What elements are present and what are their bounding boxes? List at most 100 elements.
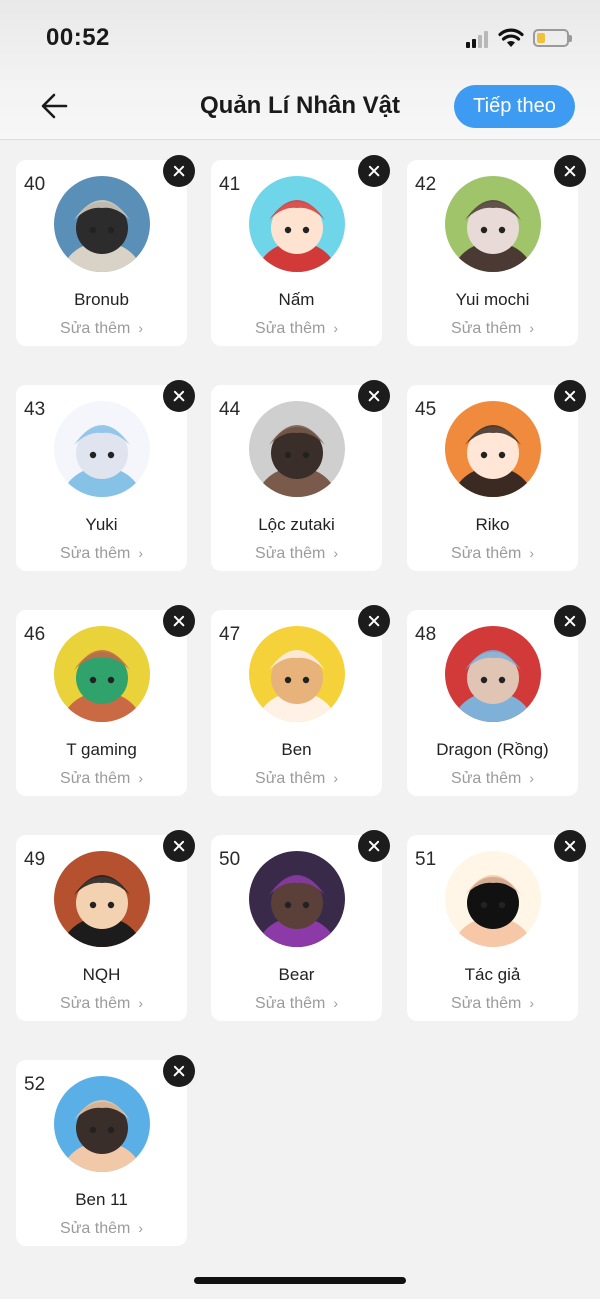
edit-more-label: Sửa thêm xyxy=(255,320,326,337)
character-avatar xyxy=(54,401,150,497)
edit-more-link[interactable]: Sửa thêm › xyxy=(16,545,187,563)
next-button[interactable]: Tiếp theo xyxy=(454,85,575,128)
chevron-right-icon: › xyxy=(138,320,143,336)
character-name: Yui mochi xyxy=(455,290,530,309)
edit-more-link[interactable]: Sửa thêm › xyxy=(16,320,187,338)
character-name: NQH xyxy=(82,965,121,984)
character-name: Dragon (Rồng) xyxy=(436,740,549,759)
battery-icon xyxy=(533,29,572,47)
character-avatar xyxy=(445,176,541,272)
character-card[interactable]: 52 Ben 11 Sửa thêm › xyxy=(16,1060,187,1246)
character-name: Tác giả xyxy=(464,965,521,984)
character-number: 45 xyxy=(415,399,437,420)
edit-more-link[interactable]: Sửa thêm › xyxy=(16,770,187,788)
character-avatar xyxy=(445,401,541,497)
character-card[interactable]: 48 Dragon (Rồng) Sửa thêm › xyxy=(407,610,578,796)
character-name: T gaming xyxy=(66,740,137,759)
chevron-right-icon: › xyxy=(333,320,338,336)
chevron-right-icon: › xyxy=(529,995,534,1011)
edit-more-label: Sửa thêm xyxy=(451,770,522,787)
character-name: Yuki xyxy=(85,515,118,534)
character-card[interactable]: 44 Lộc zutaki Sửa thêm › xyxy=(211,385,382,571)
edit-more-link[interactable]: Sửa thêm › xyxy=(211,995,382,1013)
chevron-right-icon: › xyxy=(138,1220,143,1236)
edit-more-label: Sửa thêm xyxy=(451,320,522,337)
edit-more-label: Sửa thêm xyxy=(451,545,522,562)
character-card[interactable]: 49 NQH Sửa thêm › xyxy=(16,835,187,1021)
edit-more-label: Sửa thêm xyxy=(451,995,522,1012)
character-number: 48 xyxy=(415,624,437,645)
character-number: 51 xyxy=(415,849,437,870)
remove-character-button[interactable] xyxy=(554,605,586,637)
edit-more-link[interactable]: Sửa thêm › xyxy=(407,320,578,338)
character-card[interactable]: 45 Riko Sửa thêm › xyxy=(407,385,578,571)
character-number: 49 xyxy=(24,849,46,870)
battery-level xyxy=(537,33,545,43)
character-name: Nấm xyxy=(278,290,315,309)
edit-more-link[interactable]: Sửa thêm › xyxy=(407,545,578,563)
chevron-right-icon: › xyxy=(138,770,143,786)
edit-more-link[interactable]: Sửa thêm › xyxy=(407,770,578,788)
status-time: 00:52 xyxy=(46,24,110,51)
edit-more-label: Sửa thêm xyxy=(60,545,131,562)
remove-character-button[interactable] xyxy=(358,155,390,187)
edit-more-label: Sửa thêm xyxy=(60,320,131,337)
character-card[interactable]: 43 Yuki Sửa thêm › xyxy=(16,385,187,571)
chevron-right-icon: › xyxy=(529,770,534,786)
character-avatar xyxy=(54,176,150,272)
remove-character-button[interactable] xyxy=(358,830,390,862)
remove-character-button[interactable] xyxy=(554,830,586,862)
edit-more-link[interactable]: Sửa thêm › xyxy=(211,320,382,338)
remove-character-button[interactable] xyxy=(358,605,390,637)
character-avatar xyxy=(249,851,345,947)
edit-more-link[interactable]: Sửa thêm › xyxy=(211,770,382,788)
edit-more-link[interactable]: Sửa thêm › xyxy=(211,545,382,563)
character-number: 43 xyxy=(24,399,46,420)
remove-character-button[interactable] xyxy=(163,155,195,187)
edit-more-link[interactable]: Sửa thêm › xyxy=(16,995,187,1013)
character-name: Bronub xyxy=(74,290,129,309)
edit-more-label: Sửa thêm xyxy=(255,770,326,787)
wifi-icon xyxy=(498,28,524,47)
chevron-right-icon: › xyxy=(529,545,534,561)
character-avatar xyxy=(249,401,345,497)
character-avatar xyxy=(249,176,345,272)
character-avatar xyxy=(445,626,541,722)
status-bar: 00:52 xyxy=(0,0,600,70)
chevron-right-icon: › xyxy=(138,545,143,561)
remove-character-button[interactable] xyxy=(554,380,586,412)
chevron-right-icon: › xyxy=(138,995,143,1011)
remove-character-button[interactable] xyxy=(554,155,586,187)
remove-character-button[interactable] xyxy=(163,605,195,637)
character-avatar xyxy=(445,851,541,947)
character-name: Ben 11 xyxy=(75,1190,128,1209)
character-card[interactable]: 42 Yui mochi Sửa thêm › xyxy=(407,160,578,346)
character-card[interactable]: 41 Nấm Sửa thêm › xyxy=(211,160,382,346)
character-number: 40 xyxy=(24,174,46,195)
edit-more-label: Sửa thêm xyxy=(60,770,131,787)
character-number: 46 xyxy=(24,624,46,645)
character-number: 52 xyxy=(24,1074,46,1095)
character-number: 44 xyxy=(219,399,241,420)
navigation-bar: Quản Lí Nhân Vật Tiếp theo xyxy=(0,72,600,140)
character-number: 47 xyxy=(219,624,241,645)
edit-more-label: Sửa thêm xyxy=(255,545,326,562)
character-name: Lộc zutaki xyxy=(258,515,335,534)
remove-character-button[interactable] xyxy=(163,1055,195,1087)
character-name: Bear xyxy=(278,965,315,984)
character-card[interactable]: 51 Tác giả Sửa thêm › xyxy=(407,835,578,1021)
character-number: 42 xyxy=(415,174,437,195)
character-card[interactable]: 46 T gaming Sửa thêm › xyxy=(16,610,187,796)
character-avatar xyxy=(54,626,150,722)
character-name: Ben xyxy=(281,740,312,759)
character-card[interactable]: 40 Bronub Sửa thêm › xyxy=(16,160,187,346)
remove-character-button[interactable] xyxy=(163,380,195,412)
character-card[interactable]: 50 Bear Sửa thêm › xyxy=(211,835,382,1021)
remove-character-button[interactable] xyxy=(163,830,195,862)
edit-more-link[interactable]: Sửa thêm › xyxy=(16,1220,187,1238)
character-card[interactable]: 47 Ben Sửa thêm › xyxy=(211,610,382,796)
home-indicator xyxy=(194,1277,406,1284)
edit-more-link[interactable]: Sửa thêm › xyxy=(407,995,578,1013)
remove-character-button[interactable] xyxy=(358,380,390,412)
character-number: 41 xyxy=(219,174,241,195)
